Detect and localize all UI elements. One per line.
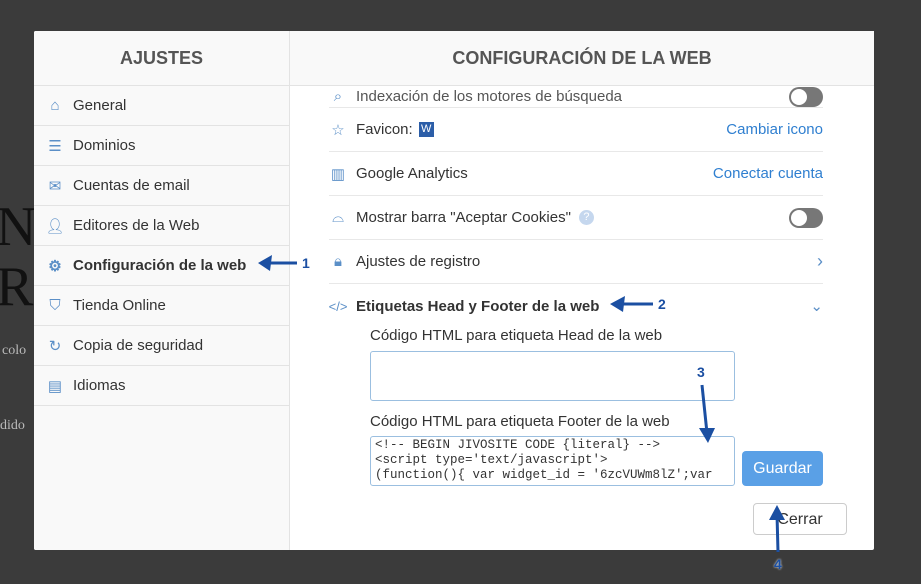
annotation-label: 2 bbox=[658, 296, 666, 312]
annotation-label: 3 bbox=[697, 364, 705, 380]
annotation-label: 4 bbox=[774, 556, 782, 572]
annotation-label: 1 bbox=[302, 255, 310, 271]
annotation-arrows bbox=[258, 255, 785, 553]
page-title: CONFIGURACIÓN DE LA WEB bbox=[290, 31, 874, 86]
